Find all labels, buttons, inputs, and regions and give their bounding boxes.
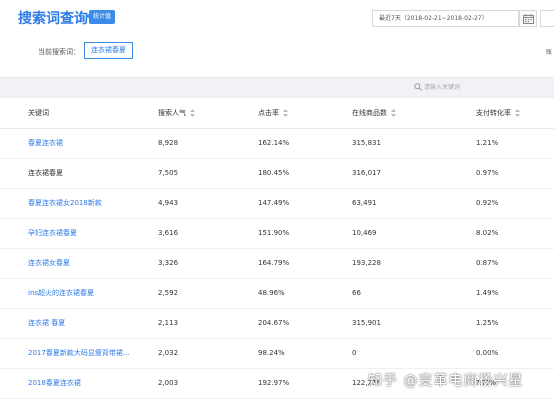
- online-items-cell: 66: [324, 278, 448, 309]
- sort-icon[interactable]: [190, 108, 195, 117]
- watermark: 知乎 @变革电商杨兴星: [368, 373, 524, 389]
- ctr-cell: 180.45%: [230, 158, 324, 189]
- search-icon: [414, 83, 422, 91]
- edge-text: 账: [546, 49, 553, 56]
- ctr-cell: 192.97%: [230, 368, 324, 399]
- page-title: 搜索词查询: [18, 11, 88, 27]
- conversion-cell: 0.00%: [448, 338, 554, 369]
- conversion-cell: 0.97%: [448, 158, 554, 189]
- table-row: 连衣裙女春夏 3,326 164.79% 193,228 0.87%: [0, 248, 554, 279]
- column-header-label: 在线商品数: [352, 108, 387, 117]
- ctr-cell: 204.67%: [230, 308, 324, 339]
- popularity-cell: 8,928: [130, 128, 230, 159]
- keyword-text: 连衣裙春夏: [0, 158, 130, 189]
- keyword-search[interactable]: [400, 81, 540, 94]
- online-items-cell: 315,831: [324, 128, 448, 159]
- keyword-table: 关键词 搜索人气 点击率 在线商品数 支付转化率 春夏连衣裙 8,928 162.1…: [0, 98, 554, 399]
- keyword-link[interactable]: 连衣裙 春夏: [0, 308, 130, 339]
- ctr-cell: 147.49%: [230, 188, 324, 219]
- calendar-icon: [523, 14, 534, 24]
- stat-badge[interactable]: 统计值: [89, 10, 116, 24]
- period-toggle-button[interactable]: [540, 10, 554, 27]
- ctr-cell: 48.96%: [230, 278, 324, 309]
- keyword-table-panel: 关键词 搜索人气 点击率 在线商品数 支付转化率 春夏连衣裙 8,928 162.1…: [0, 98, 554, 408]
- sort-icon[interactable]: [515, 108, 520, 117]
- online-items-cell: 0: [324, 338, 448, 369]
- popularity-cell: 2,032: [130, 338, 230, 369]
- column-header-label: 支付转化率: [476, 108, 511, 117]
- keyword-link[interactable]: 2017春夏新款大码显瘦背带裙单排扣...: [0, 338, 130, 369]
- keyword-link[interactable]: 春夏连衣裙女2018新款: [0, 188, 130, 219]
- column-header-label: 点击率: [258, 108, 279, 117]
- date-range-field[interactable]: 最近7天（2018-02-21~2018-02-27）: [372, 10, 519, 27]
- table-header-row: 关键词 搜索人气 点击率 在线商品数 支付转化率: [0, 98, 554, 129]
- keyword-link[interactable]: 孕妇连衣裙春夏: [0, 218, 130, 249]
- conversion-cell: 8.02%: [448, 218, 554, 249]
- column-header-label: 搜索人气: [158, 108, 186, 117]
- table-row: 2017春夏新款大码显瘦背带裙单排扣...2,03298.24%00.00%: [0, 338, 554, 369]
- conversion-cell: 1.25%: [448, 308, 554, 339]
- table-row: 春夏连衣裙 8,928 162.14% 315,831 1.21%: [0, 128, 554, 159]
- popularity-cell: 3,326: [130, 248, 230, 279]
- column-header-conversion[interactable]: 支付转化率: [448, 98, 554, 129]
- online-items-cell: 63,491: [324, 188, 448, 219]
- popularity-cell: 3,616: [130, 218, 230, 249]
- column-header-keyword: 关键词: [0, 98, 130, 129]
- keyword-link[interactable]: 连衣裙女春夏: [0, 248, 130, 279]
- keyword-link[interactable]: 春夏连衣裙: [0, 128, 130, 159]
- online-items-cell: 316,017: [324, 158, 448, 189]
- popularity-cell: 2,003: [130, 368, 230, 399]
- popularity-cell: 2,113: [130, 308, 230, 339]
- popularity-cell: 2,592: [130, 278, 230, 309]
- table-row: 孕妇连衣裙春夏 3,616 151.90% 10,469 8.02%: [0, 218, 554, 249]
- keyword-search-input[interactable]: [424, 81, 540, 94]
- online-items-cell: 10,469: [324, 218, 448, 249]
- popularity-cell: 7,505: [130, 158, 230, 189]
- header-panel: 搜索词查询 ◀ 统计值 最近7天（2018-02-21~2018-02-27） …: [0, 0, 554, 78]
- table-row: 连衣裙春夏 7,505 180.45% 316,017 0.97%: [0, 158, 554, 189]
- popularity-cell: 4,943: [130, 188, 230, 219]
- conversion-cell: 1.21%: [448, 128, 554, 159]
- online-items-cell: 193,228: [324, 248, 448, 279]
- conversion-cell: 1.49%: [448, 278, 554, 309]
- ctr-cell: 151.90%: [230, 218, 324, 249]
- column-header-popularity[interactable]: 搜索人气: [130, 98, 230, 129]
- table-row: 连衣裙 春夏 2,113 204.67% 315,901 1.25%: [0, 308, 554, 339]
- column-header-label: 关键词: [28, 108, 49, 117]
- keyword-link[interactable]: 2018春夏连衣裙: [0, 368, 130, 399]
- ctr-cell: 162.14%: [230, 128, 324, 159]
- table-row: 春夏连衣裙女2018新款 4,943 147.49% 63,491 0.92%: [0, 188, 554, 219]
- current-term-tag[interactable]: 连衣裙春夏: [84, 42, 133, 59]
- conversion-cell: 0.87%: [448, 248, 554, 279]
- table-row: ins超火的连衣裙春夏 2,592 48.96% 66 1.49%: [0, 278, 554, 309]
- table-body: 春夏连衣裙 8,928 162.14% 315,831 1.21% 连衣裙春夏 7,505 1…: [0, 128, 554, 399]
- conversion-cell: 0.92%: [448, 188, 554, 219]
- ctr-cell: 98.24%: [230, 338, 324, 369]
- sort-icon[interactable]: [391, 108, 396, 117]
- online-items-cell: 315,901: [324, 308, 448, 339]
- sort-icon[interactable]: [283, 108, 288, 117]
- ctr-cell: 164.79%: [230, 248, 324, 279]
- keyword-link[interactable]: ins超火的连衣裙春夏: [0, 278, 130, 309]
- column-header-ctr[interactable]: 点击率: [230, 98, 324, 129]
- current-term-label: 当前搜索词：: [38, 48, 80, 56]
- calendar-button[interactable]: [519, 10, 537, 27]
- column-header-online-items[interactable]: 在线商品数: [324, 98, 448, 129]
